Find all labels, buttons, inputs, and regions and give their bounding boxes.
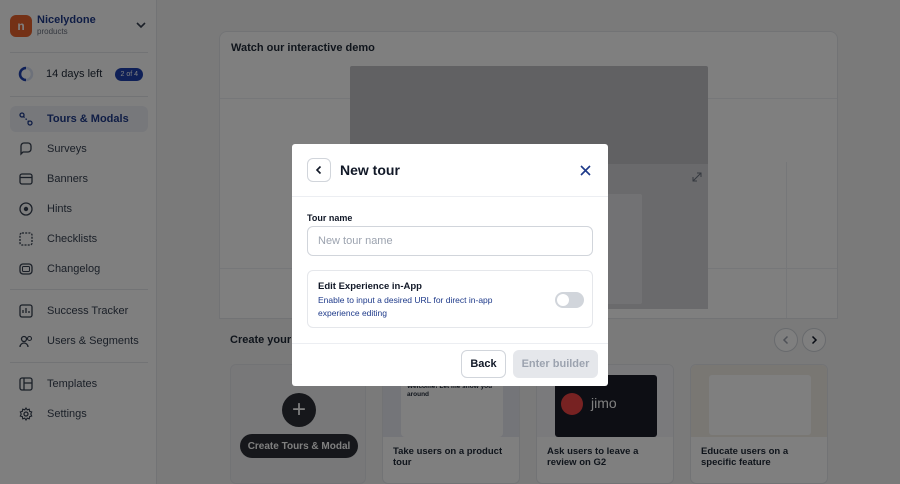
modal-back-icon-button[interactable] xyxy=(307,158,331,182)
edit-in-app-description: Enable to input a desired URL for direct… xyxy=(318,295,493,318)
modal-title: New tour xyxy=(340,162,400,178)
enter-builder-button[interactable]: Enter builder xyxy=(513,350,598,378)
chevron-left-icon xyxy=(315,165,322,175)
toggle-knob xyxy=(557,294,569,306)
edit-in-app-toggle[interactable] xyxy=(555,292,584,308)
back-button[interactable]: Back xyxy=(461,350,506,378)
new-tour-modal: New tour Tour name Edit Experience in-Ap… xyxy=(292,144,608,386)
edit-in-app-box: Edit Experience in-App Enable to input a… xyxy=(307,270,593,328)
close-icon[interactable] xyxy=(579,164,592,177)
tour-name-input[interactable] xyxy=(307,226,593,256)
modal-header: New tour xyxy=(292,144,608,197)
tour-name-label: Tour name xyxy=(307,213,353,223)
edit-in-app-title: Edit Experience in-App xyxy=(318,281,422,292)
modal-footer-divider xyxy=(292,343,608,344)
